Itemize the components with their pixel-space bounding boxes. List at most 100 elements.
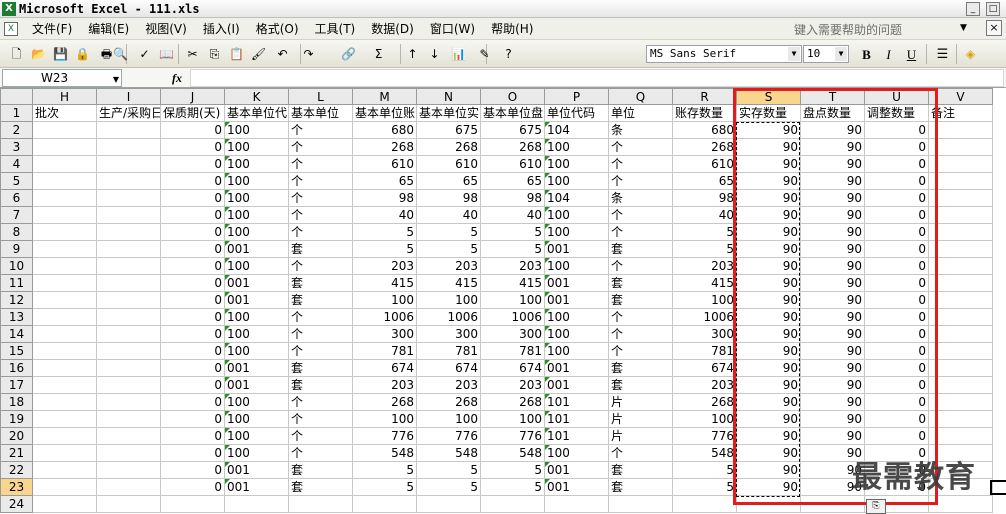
cell-q18[interactable]: 片 [608,393,673,411]
cell-n24[interactable] [416,495,481,513]
cell-l20[interactable]: 个 [288,427,353,445]
cell-l9[interactable]: 套 [288,240,353,258]
cell-p2[interactable]: 104 [544,121,609,139]
cell-l24[interactable] [288,495,353,513]
cell-l17[interactable]: 套 [288,376,353,394]
cell-v7[interactable] [928,206,993,224]
cell-s15[interactable]: 90 [736,342,801,360]
column-header-h[interactable]: H [32,88,97,105]
cell-j15[interactable]: 0 [160,342,225,360]
menu-view[interactable]: 视图(V) [137,20,195,37]
cell-j21[interactable]: 0 [160,444,225,462]
row-header[interactable]: 19 [0,410,33,428]
cell-s22[interactable]: 90 [736,461,801,479]
cell-k12[interactable]: 001 [224,291,289,309]
cell-j22[interactable]: 0 [160,461,225,479]
row-header[interactable]: 12 [0,291,33,309]
cell-t10[interactable]: 90 [800,257,865,275]
cell-k8[interactable]: 100 [224,223,289,241]
column-header-j[interactable]: J [160,88,225,105]
cell-l21[interactable]: 个 [288,444,353,462]
cell-j9[interactable]: 0 [160,240,225,258]
cell-q20[interactable]: 片 [608,427,673,445]
cell-v2[interactable] [928,121,993,139]
cell-l15[interactable]: 个 [288,342,353,360]
cell-o9[interactable]: 5 [480,240,545,258]
cell-q1[interactable]: 单位 [608,104,673,122]
fill-color-icon[interactable]: ◈ [962,46,979,63]
cell-s17[interactable]: 90 [736,376,801,394]
maximize-button[interactable]: □ [986,2,1000,16]
column-header-o[interactable]: O [480,88,545,105]
cell-n1[interactable]: 基本单位实 [416,104,481,122]
cell-t9[interactable]: 90 [800,240,865,258]
cell-m24[interactable] [352,495,417,513]
cell-j13[interactable]: 0 [160,308,225,326]
cell-h7[interactable] [32,206,97,224]
cell-p6[interactable]: 104 [544,189,609,207]
cell-t24[interactable] [800,495,865,513]
cell-r14[interactable]: 300 [672,325,737,343]
row-header[interactable]: 14 [0,325,33,343]
cell-k2[interactable]: 100 [224,121,289,139]
cell-v18[interactable] [928,393,993,411]
sort-descending-icon[interactable]: ↓ [426,46,443,63]
cell-i5[interactable] [96,172,161,190]
cell-k16[interactable]: 001 [224,359,289,377]
cell-v19[interactable] [928,410,993,428]
cell-j23[interactable]: 0 [160,478,225,496]
cell-u8[interactable]: 0 [864,223,929,241]
cell-o13[interactable]: 1006 [480,308,545,326]
cell-n16[interactable]: 674 [416,359,481,377]
row-header[interactable]: 15 [0,342,33,360]
row-header[interactable]: 2 [0,121,33,139]
research-icon[interactable]: 📖 [158,46,175,63]
menu-window[interactable]: 窗口(W) [422,20,483,37]
cell-q14[interactable]: 个 [608,325,673,343]
cell-l13[interactable]: 个 [288,308,353,326]
sort-ascending-icon[interactable]: ↑ [404,46,421,63]
column-header-i[interactable]: I [96,88,161,105]
cell-r3[interactable]: 268 [672,138,737,156]
cell-k4[interactable]: 100 [224,155,289,173]
cell-k15[interactable]: 100 [224,342,289,360]
cell-k19[interactable]: 100 [224,410,289,428]
cell-h24[interactable] [32,495,97,513]
cell-k7[interactable]: 100 [224,206,289,224]
cell-r15[interactable]: 781 [672,342,737,360]
cell-p13[interactable]: 100 [544,308,609,326]
cell-r11[interactable]: 415 [672,274,737,292]
cell-s12[interactable]: 90 [736,291,801,309]
cell-o10[interactable]: 203 [480,257,545,275]
cell-o11[interactable]: 415 [480,274,545,292]
cell-o4[interactable]: 610 [480,155,545,173]
drawing-icon[interactable]: ✎ [476,46,493,63]
cell-l14[interactable]: 个 [288,325,353,343]
cell-m14[interactable]: 300 [352,325,417,343]
cell-o16[interactable]: 674 [480,359,545,377]
row-header[interactable]: 9 [0,240,33,258]
cell-t14[interactable]: 90 [800,325,865,343]
redo-icon[interactable]: ↷ [300,46,317,63]
cell-o6[interactable]: 98 [480,189,545,207]
cell-m11[interactable]: 415 [352,274,417,292]
cell-n22[interactable]: 5 [416,461,481,479]
cell-k6[interactable]: 100 [224,189,289,207]
cell-i10[interactable] [96,257,161,275]
cell-o22[interactable]: 5 [480,461,545,479]
cell-s14[interactable]: 90 [736,325,801,343]
cell-h18[interactable] [32,393,97,411]
formula-input[interactable] [190,69,1004,87]
cell-q13[interactable]: 个 [608,308,673,326]
cell-p17[interactable]: 001 [544,376,609,394]
cell-m21[interactable]: 548 [352,444,417,462]
cell-q17[interactable]: 套 [608,376,673,394]
cell-q8[interactable]: 个 [608,223,673,241]
cell-n15[interactable]: 781 [416,342,481,360]
cell-m9[interactable]: 5 [352,240,417,258]
cell-j18[interactable]: 0 [160,393,225,411]
cell-u12[interactable]: 0 [864,291,929,309]
cell-v9[interactable] [928,240,993,258]
cell-m22[interactable]: 5 [352,461,417,479]
cell-s4[interactable]: 90 [736,155,801,173]
